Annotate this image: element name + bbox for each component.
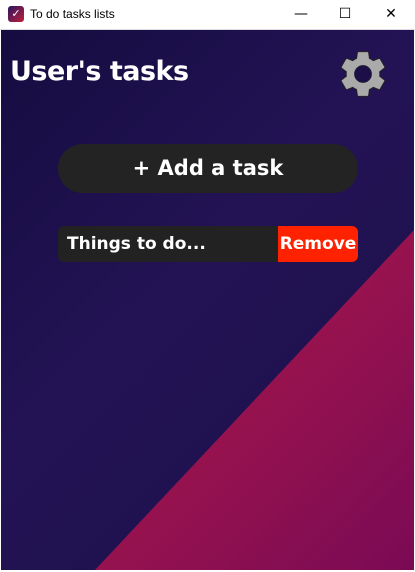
maximize-button[interactable]: ☐ [322,0,368,29]
app-content: User's tasks + Add a task Things to do..… [1,30,414,570]
task-text[interactable]: Things to do... [67,226,206,262]
window-titlebar: ✓ To do tasks lists — ☐ ✕ [0,0,415,30]
window-title: To do tasks lists [30,7,115,21]
add-task-button[interactable]: + Add a task [58,144,358,193]
close-button[interactable]: ✕ [368,0,414,29]
page-title: User's tasks [10,56,189,87]
app-check-icon: ✓ [8,6,24,22]
remove-task-button[interactable]: Remove [278,226,358,262]
gear-icon[interactable] [335,46,391,102]
decorative-triangle-shine [95,230,414,570]
task-item: Things to do... Remove [58,226,358,262]
minimize-button[interactable]: — [278,0,324,29]
